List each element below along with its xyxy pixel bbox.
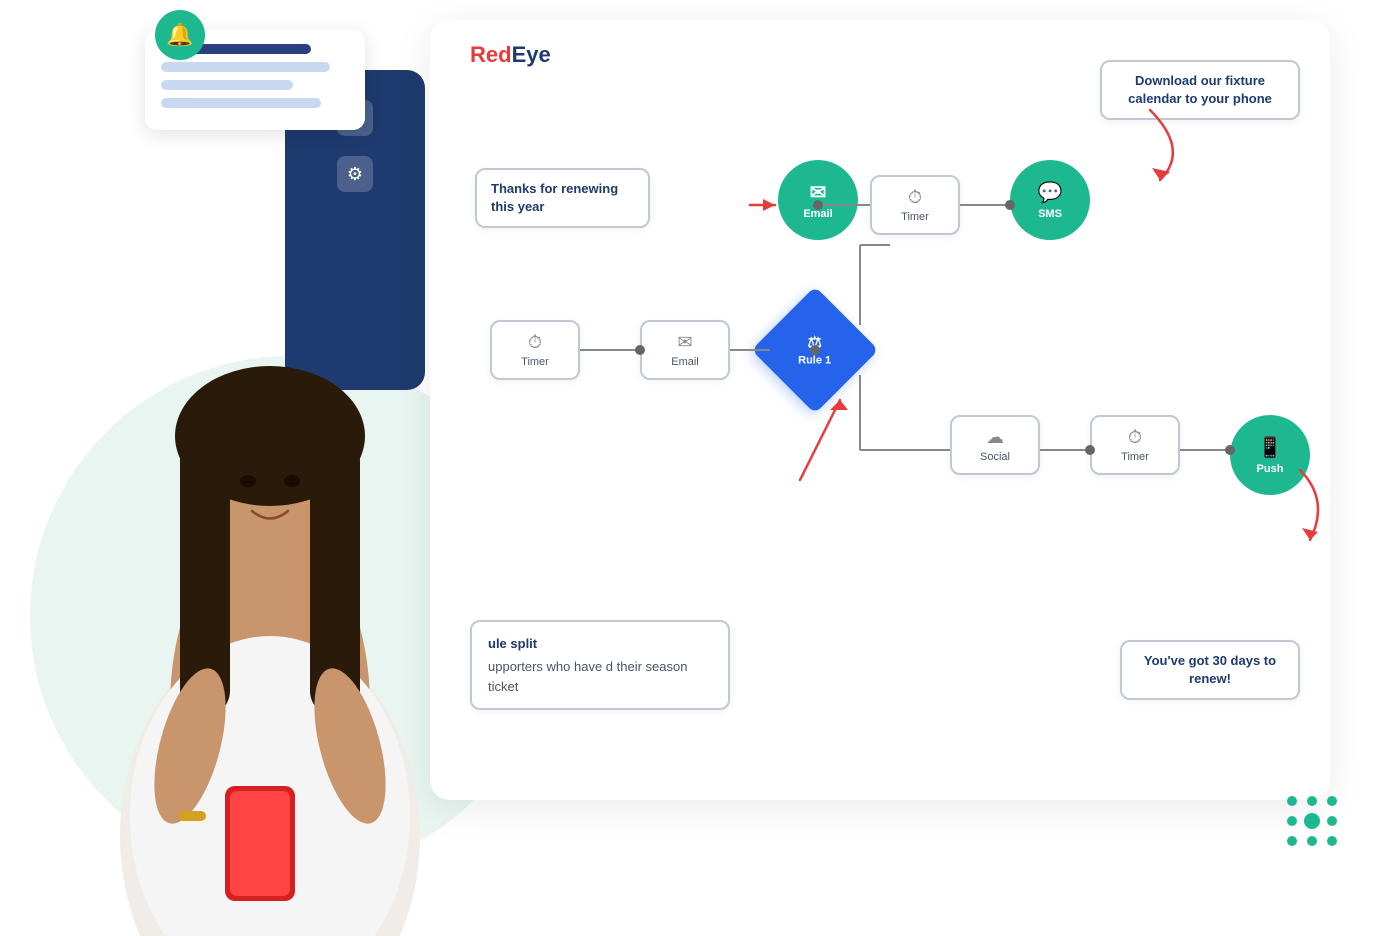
node-email-1: ✉ Email	[778, 160, 858, 240]
node-social: ☁ Social	[950, 415, 1040, 475]
rule-split-box: ule split upporters who have d their sea…	[470, 620, 730, 711]
timer-icon-2: ⏱	[528, 332, 542, 353]
social-icon: ☁	[986, 427, 1004, 448]
timer-icon-3: ⏱	[1128, 427, 1142, 448]
node-timer-1: ⏱ Timer	[870, 175, 960, 235]
notification-line-2	[161, 62, 330, 72]
notification-line-3	[161, 80, 293, 90]
logo: RedEye	[470, 42, 551, 68]
person-illustration	[70, 256, 470, 936]
node-email-2: ✉ Email	[640, 320, 730, 380]
diagram-area: RedEye	[430, 20, 1330, 800]
logo-red-part: Red	[470, 42, 512, 67]
callout-30-days: You've got 30 days to renew!	[1120, 640, 1300, 700]
notification-line-4	[161, 98, 321, 108]
push-icon: 📱	[1258, 435, 1283, 460]
bell-icon: 🔔	[155, 10, 205, 60]
dot-grid-svg	[1282, 791, 1362, 871]
phone-card-icon-2: ⚙	[337, 156, 373, 192]
timer-icon-1: ⏱	[908, 187, 922, 208]
node-timer-3: ⏱ Timer	[1090, 415, 1180, 475]
callout-renewing: Thanks for renewing this year	[475, 168, 650, 228]
email-icon-1: ✉	[810, 180, 827, 205]
node-rule1: ⚖ Rule 1	[770, 305, 860, 395]
dot-grid-decoration	[1282, 791, 1362, 876]
person-container	[60, 236, 480, 936]
logo-dark-part: Eye	[512, 42, 551, 67]
email-icon-2: ✉	[677, 332, 692, 353]
rule-icon: ⚖	[808, 333, 822, 353]
sms-icon: 💬	[1038, 180, 1063, 205]
node-push: 📱 Push	[1230, 415, 1310, 495]
node-timer-2: ⏱ Timer	[490, 320, 580, 380]
callout-fixture-calendar: Download our fixture calendar to your ph…	[1100, 60, 1300, 120]
node-sms: 💬 SMS	[1010, 160, 1090, 240]
